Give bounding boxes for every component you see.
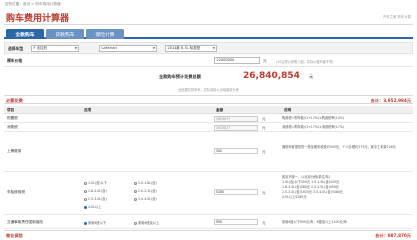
price-label: 裸车价格 (7, 58, 23, 63)
radio-option[interactable]: 家用6座及以上 (134, 220, 159, 225)
compulsory-insurance-input[interactable]: 950 (214, 219, 258, 225)
column-amount: 金额 (216, 107, 224, 112)
spec-select-value: 2014款 6.3L 标准型 (167, 46, 201, 50)
radio-icon (134, 181, 137, 185)
breadcrumb: 您的位置：首页 > 购车费用计算器 (5, 2, 61, 6)
radio-icon (134, 197, 137, 201)
amount-unit: 元 (262, 117, 266, 121)
table-header: 项目 选项 金额 说明 (4, 106, 413, 114)
row-plate-fee: 上牌费用 500 元 通常商家提供的一条龙服务收费约500元，个人办理约373元… (4, 132, 413, 172)
brand-select-value: F 法拉利 (33, 46, 48, 50)
radio-icon (84, 197, 87, 201)
radio-option[interactable]: 1.6-2.0L(含) (84, 188, 107, 193)
amount-unit: 元 (262, 150, 266, 154)
row-purchase-tax: 购置税 1923077 元 购置税=购车款/(1+17%)×购置税率(10%) (4, 114, 413, 123)
price-row: 裸车价格 22000000 元 (4S店报价参照入图，实际价格可能不同) (4, 56, 413, 67)
chevron-down-icon: ▼ (212, 46, 215, 50)
row-label: 车船使用税 (7, 190, 25, 194)
series-select-value: LaFerrari (101, 46, 117, 50)
disclaimer: 此结果仅供参考，实际费用以当地缴费为准 (178, 88, 239, 92)
column-option: 选项 (84, 107, 92, 112)
purchase-tax-amount: 1923077 (214, 115, 258, 122)
vehicle-tax-input[interactable]: 5280 (214, 189, 258, 195)
radio-icon (134, 221, 137, 225)
commercial-sum: 合计：887,870元 (375, 233, 411, 239)
row-vehicle-tax: 车船使用税 1.0L(含)以下 1.0-1.6L(含) 1.6-2.0L(含) … (4, 172, 413, 215)
commercial-section-header: 商业保险 合计：887,870元 (4, 230, 413, 239)
total-row: 全款购车预计花费总额 26,840,854 元 (4, 70, 413, 85)
radio-option[interactable]: 1.0-1.6L(含) (134, 180, 157, 185)
radio-option-selected[interactable]: 4.0L以上 (84, 204, 101, 209)
brand-select[interactable]: F 法拉利 ▼ (31, 45, 79, 52)
tab-insurance[interactable]: 保险计算 (86, 29, 124, 39)
amount-unit: 元 (262, 126, 266, 130)
title-bar: 购车费用计算器 汽车之家 购车计算 (4, 9, 413, 25)
required-sum: 合计：3,952,984元 (371, 98, 411, 104)
calculator-tabs: 全款购车 贷款购车 保险计算 (4, 28, 413, 39)
row-consumption-tax: 消费税 1923077 元 消费税=购车款/(1+17%)×消费税率(17%) (4, 123, 413, 132)
radio-checked-icon (84, 221, 87, 225)
spec-select[interactable]: 2014款 6.3L 标准型 ▼ (165, 45, 217, 52)
compulsory-insurance-desc: 家用6座以下950元/年，6座及以上1100元/年 (282, 219, 348, 224)
tab-full-payment[interactable]: 全款购车 (6, 29, 44, 39)
chevron-down-icon: ▼ (74, 46, 77, 50)
required-label: 必要花费 (6, 97, 23, 103)
radio-icon (84, 189, 87, 193)
required-section-header: 必要花费 合计：3,952,984元 (4, 95, 413, 104)
total-value: 26,840,854 (243, 71, 300, 81)
column-desc: 说明 (284, 107, 292, 112)
radio-icon (84, 181, 87, 185)
amount-unit: 元 (262, 221, 266, 225)
total-label: 全款购车预计花费总额 (159, 74, 201, 79)
price-unit: 元 (263, 58, 267, 63)
price-note: (4S店报价参照入图，实际价格可能不同) (276, 59, 334, 64)
top-right-link[interactable]: 汽车之家 购车计算 (383, 14, 411, 19)
plate-fee-desc: 通常商家提供的一条龙服务收费约500元，个人办理约373元，其中工本费128元 (282, 145, 396, 149)
radio-checked-icon (84, 205, 87, 209)
tab-loan[interactable]: 贷款购车 (46, 29, 84, 39)
required-sum-value: 3,952,984元 (383, 97, 411, 103)
commercial-sum-label: 合计： (375, 232, 388, 238)
vehicle-tax-desc: 各省不统一，以北京为例(单位/年) 1.0L(含)以下300元 1.0-1.6L… (282, 175, 344, 199)
radio-option[interactable]: 1.0L(含)以下 (84, 180, 107, 185)
radio-icon (134, 189, 137, 193)
radio-option[interactable]: 2.5-3.0L(含) (84, 196, 107, 201)
row-label: 购置税 (7, 116, 18, 120)
commercial-label: 商业保险 (6, 232, 23, 238)
series-select[interactable]: LaFerrari ▼ (99, 45, 157, 52)
consumption-tax-amount: 1923077 (214, 124, 258, 131)
chevron-down-icon: ▼ (152, 46, 155, 50)
amount-unit: 元 (262, 191, 266, 195)
column-item: 项目 (7, 107, 15, 112)
model-select-label: 选择车型 (8, 46, 24, 51)
radio-option-selected[interactable]: 家用6座以下 (84, 220, 106, 225)
total-unit: 元 (309, 74, 314, 79)
radio-option[interactable]: 3.0-4.0L(含) (134, 196, 157, 201)
consumption-tax-desc: 消费税=购车款/(1+17%)×消费税率(17%) (282, 124, 345, 129)
commercial-sum-value: 887,870元 (387, 232, 411, 238)
row-label: 消费税 (7, 125, 18, 129)
purchase-tax-desc: 购置税=购车款/(1+17%)×购置税率(10%) (282, 115, 345, 120)
required-sum-label: 合计： (370, 97, 384, 103)
row-label: 交通事故责任强制保险 (7, 220, 43, 224)
plate-fee-input[interactable]: 500 (214, 148, 258, 154)
price-input[interactable]: 22000000 (214, 57, 260, 64)
page-title: 购车费用计算器 (6, 14, 70, 24)
radio-option[interactable]: 2.0-2.5L(含) (134, 188, 157, 193)
model-select-row: 选择车型 F 法拉利 ▼ LaFerrari ▼ 2014款 6.3L 标准型 ▼ (4, 42, 413, 54)
row-compulsory-insurance: 交通事故责任强制保险 家用6座以下 家用6座及以上 950 元 家用6座以下95… (4, 215, 413, 229)
row-label: 上牌费用 (7, 149, 22, 153)
